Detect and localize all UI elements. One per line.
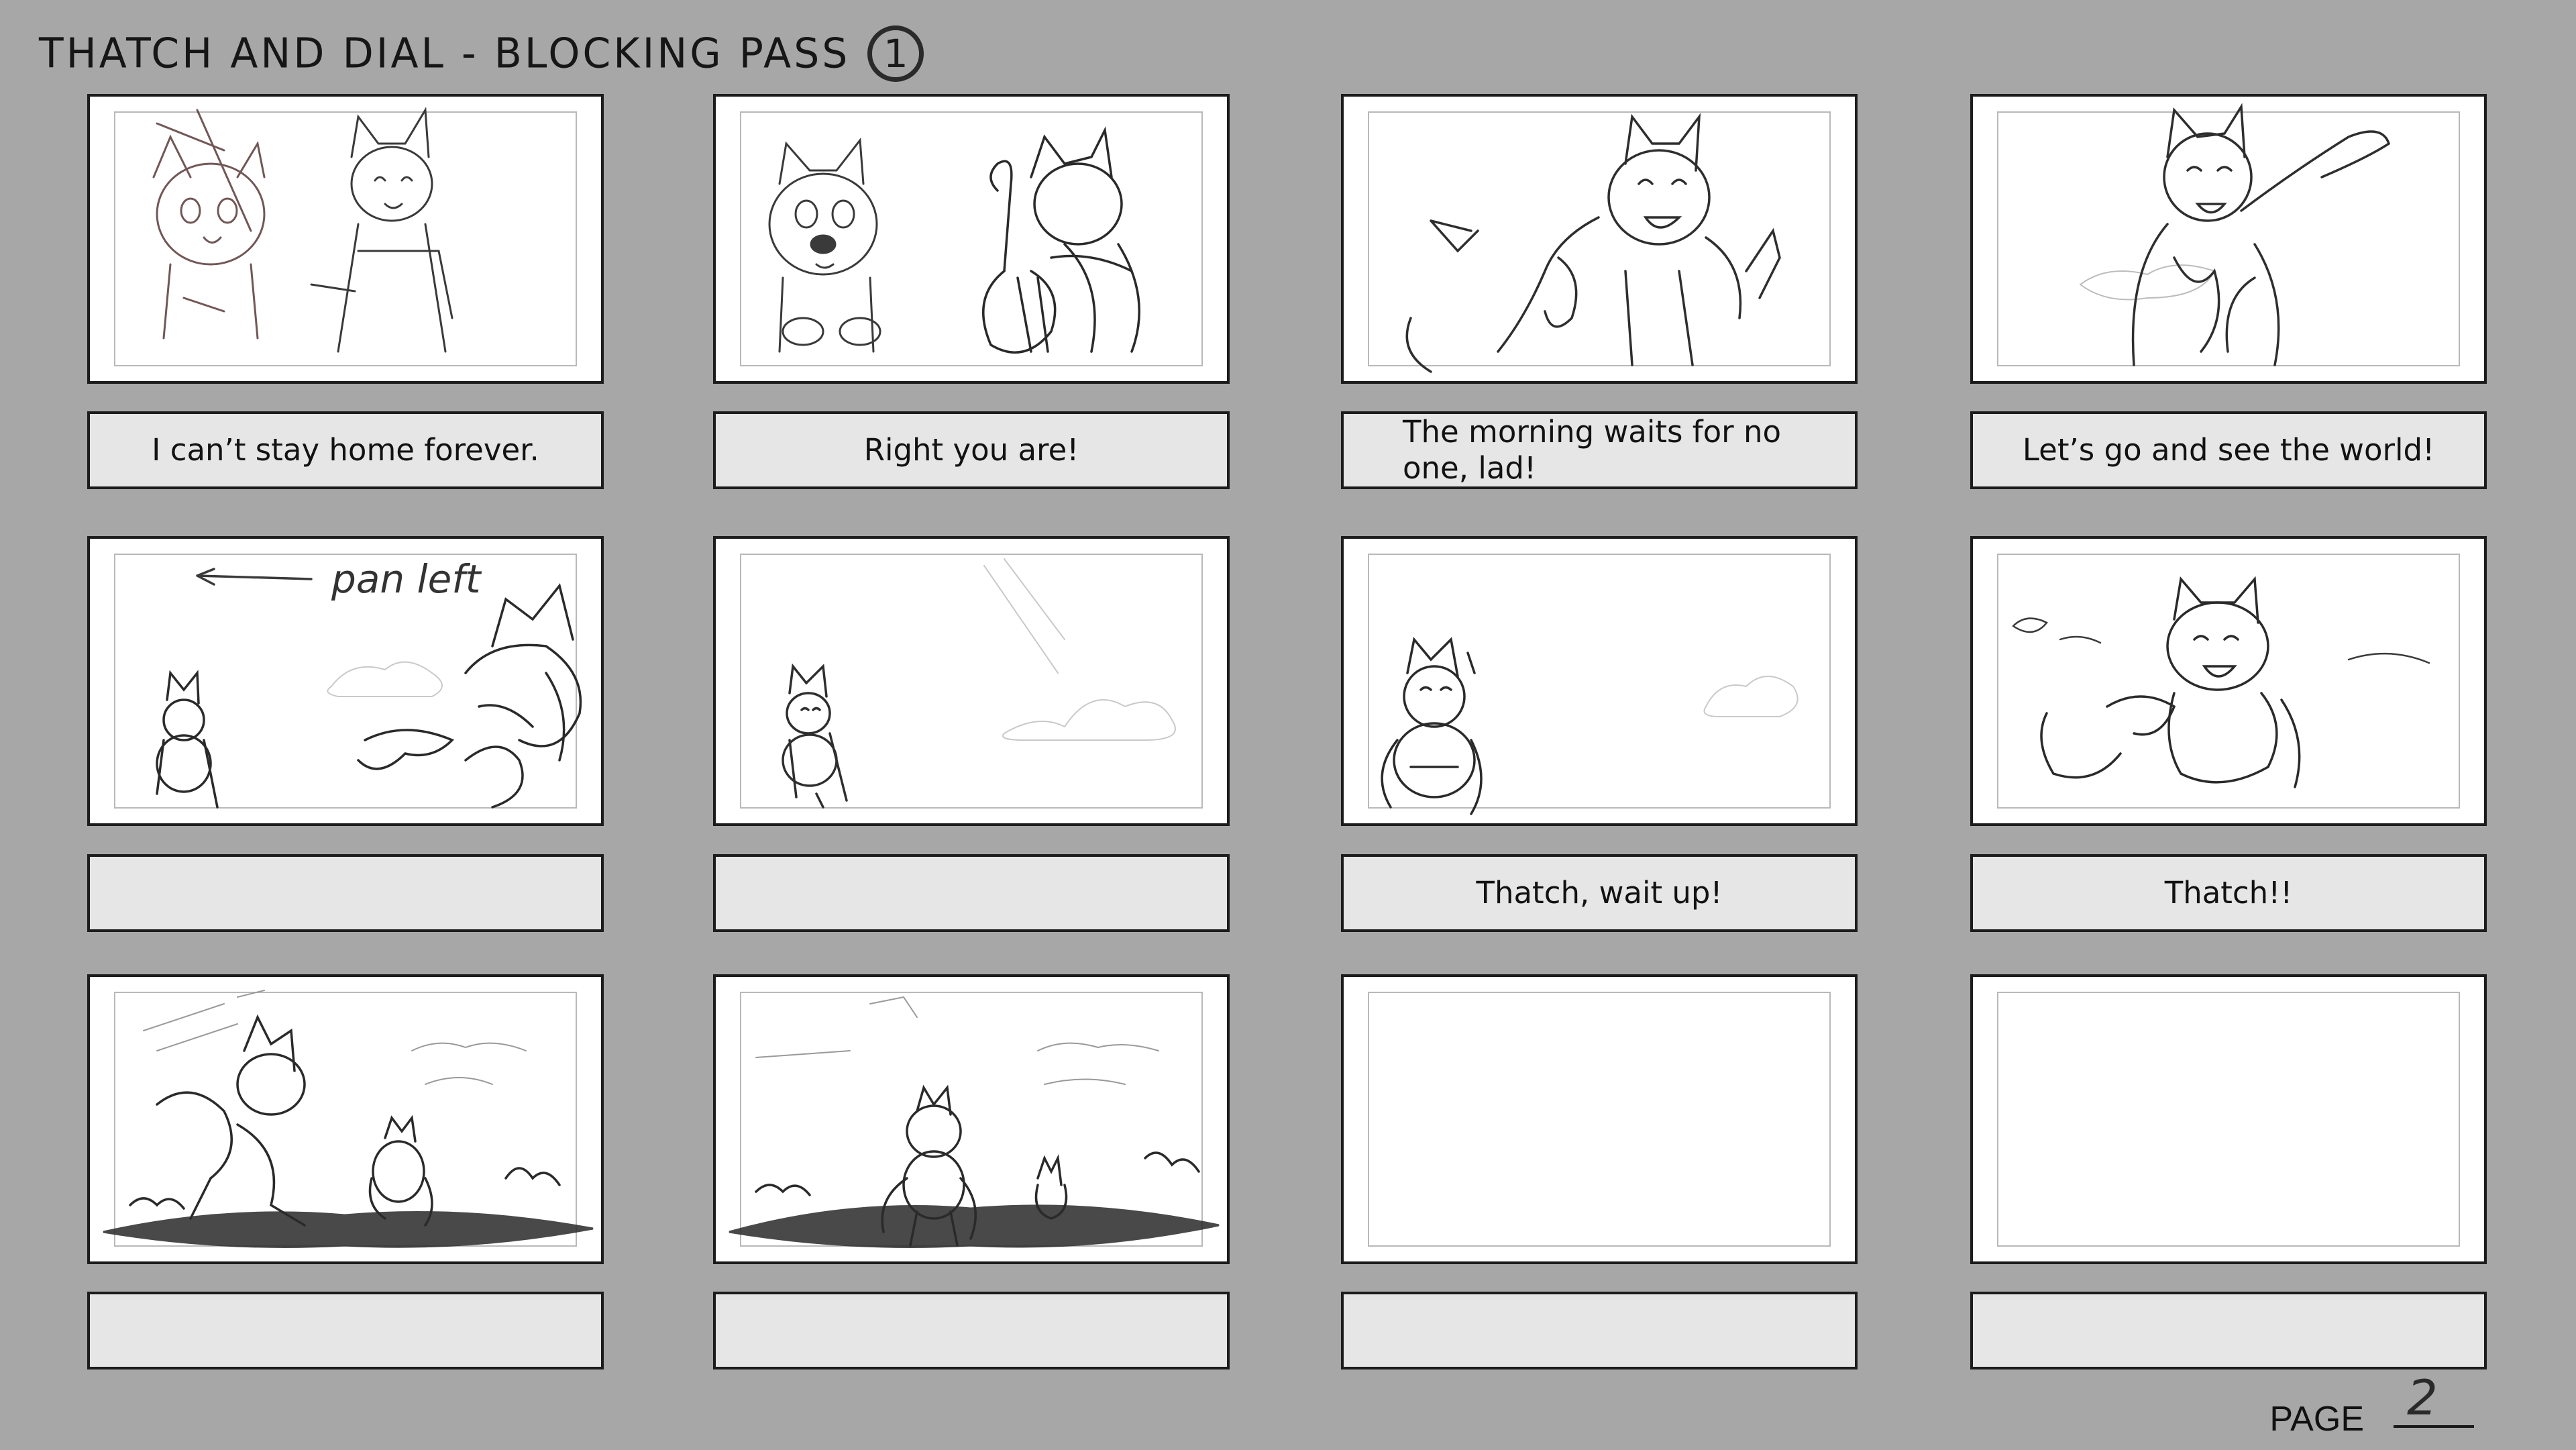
- caption-4[interactable]: Let’s go and see the world!: [1970, 411, 2487, 489]
- caption-6[interactable]: [713, 854, 1230, 932]
- panel-5[interactable]: pan left: [87, 536, 604, 826]
- panel-sketch: [2012, 576, 2430, 788]
- panel-9[interactable]: [87, 974, 604, 1264]
- panel-6[interactable]: [713, 536, 1230, 826]
- caption-10[interactable]: [713, 1292, 1230, 1369]
- page-number: 2: [2394, 1373, 2474, 1428]
- panel-sketch: [768, 126, 1140, 354]
- caption-7[interactable]: Thatch, wait up!: [1341, 854, 1858, 932]
- panel-7[interactable]: [1341, 536, 1858, 826]
- panel-4[interactable]: [1970, 94, 2487, 384]
- panel-safe-frame: [1997, 992, 2460, 1247]
- panel-sketch: [1381, 637, 1799, 815]
- panel-8[interactable]: [1970, 536, 2487, 826]
- caption-2[interactable]: Right you are!: [713, 411, 1230, 489]
- page-label: PAGE: [2269, 1400, 2364, 1439]
- caption-8[interactable]: Thatch!!: [1970, 854, 2487, 932]
- panel-10[interactable]: [713, 974, 1230, 1264]
- panel-sketch: [1405, 113, 1781, 373]
- caption-11[interactable]: [1341, 1292, 1858, 1369]
- caption-5[interactable]: [87, 854, 604, 932]
- page-number-text: 2: [2407, 1373, 2438, 1426]
- caption-1[interactable]: I can’t stay home forever.: [87, 411, 604, 489]
- pan-left-annotation: pan left: [331, 556, 482, 602]
- panel-sketch: [782, 558, 1176, 809]
- panel-sketch: [2080, 103, 2391, 366]
- storyboard-grid: I can’t stay home forever. Right you are…: [0, 0, 2576, 1450]
- caption-9[interactable]: [87, 1292, 604, 1369]
- panel-11[interactable]: [1341, 974, 1858, 1264]
- panel-1[interactable]: [87, 94, 604, 384]
- panel-sketch: [152, 107, 453, 353]
- panel-sketch: pan left: [156, 556, 582, 809]
- caption-12[interactable]: [1970, 1292, 2487, 1369]
- panel-2[interactable]: [713, 94, 1230, 384]
- caption-3[interactable]: The morning waits for no one, lad!: [1341, 411, 1858, 489]
- panel-12[interactable]: [1970, 974, 2487, 1264]
- panel-3[interactable]: [1341, 94, 1858, 384]
- panel-safe-frame: [1368, 992, 1831, 1247]
- panel-sketch: [729, 996, 1220, 1248]
- panel-sketch: [103, 990, 594, 1248]
